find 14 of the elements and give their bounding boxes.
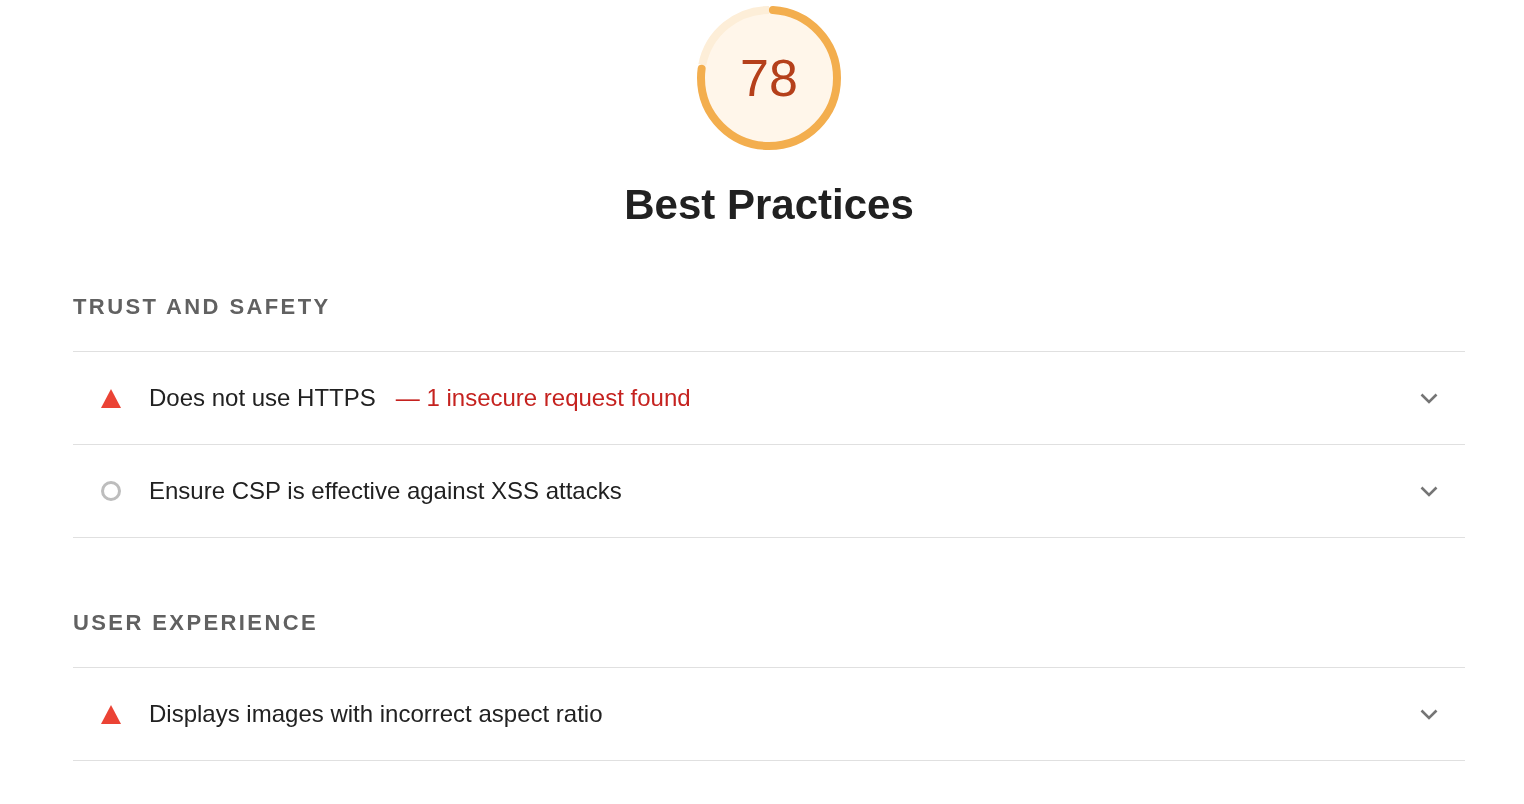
score-value: 78 — [740, 48, 798, 108]
chevron-icon[interactable] — [1420, 708, 1438, 720]
group-heading: TRUST AND SAFETY — [73, 293, 332, 321]
audit-title: Ensure CSP is effective against XSS attacks — [149, 476, 622, 506]
audit-title: Displays images with incorrect aspect ratio — [149, 699, 603, 729]
chevron-icon[interactable] — [1420, 392, 1438, 404]
audit-display-value: — 1 insecure request found — [395, 383, 691, 413]
chevron-icon[interactable] — [1420, 485, 1438, 497]
category-title: Best Practices — [623, 180, 915, 230]
audit-title: Does not use HTTPS — [149, 383, 376, 413]
warning-triangle-icon — [101, 704, 121, 724]
circle-icon — [101, 481, 121, 501]
group-heading: USER EXPERIENCE — [73, 609, 320, 637]
warning-triangle-icon — [101, 388, 121, 408]
